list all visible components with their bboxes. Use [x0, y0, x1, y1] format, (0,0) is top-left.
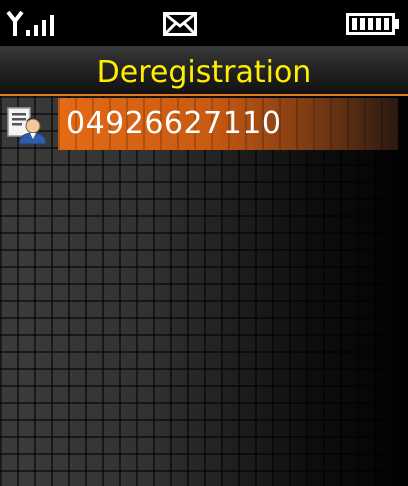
- list-item-label: 04926627110: [66, 106, 282, 141]
- contact-card-icon: [7, 107, 46, 145]
- content-area: 04926627110: [0, 96, 408, 486]
- title-bar: Deregistration: [0, 46, 408, 96]
- signal-icon: [6, 10, 54, 36]
- screen-title: Deregistration: [96, 55, 312, 90]
- status-bar: [0, 0, 408, 46]
- message-envelope-icon: [163, 12, 197, 36]
- battery-icon: [346, 13, 399, 35]
- list-item[interactable]: 04926627110: [0, 96, 398, 152]
- phone-screen: Deregistration 04926627110: [0, 0, 408, 486]
